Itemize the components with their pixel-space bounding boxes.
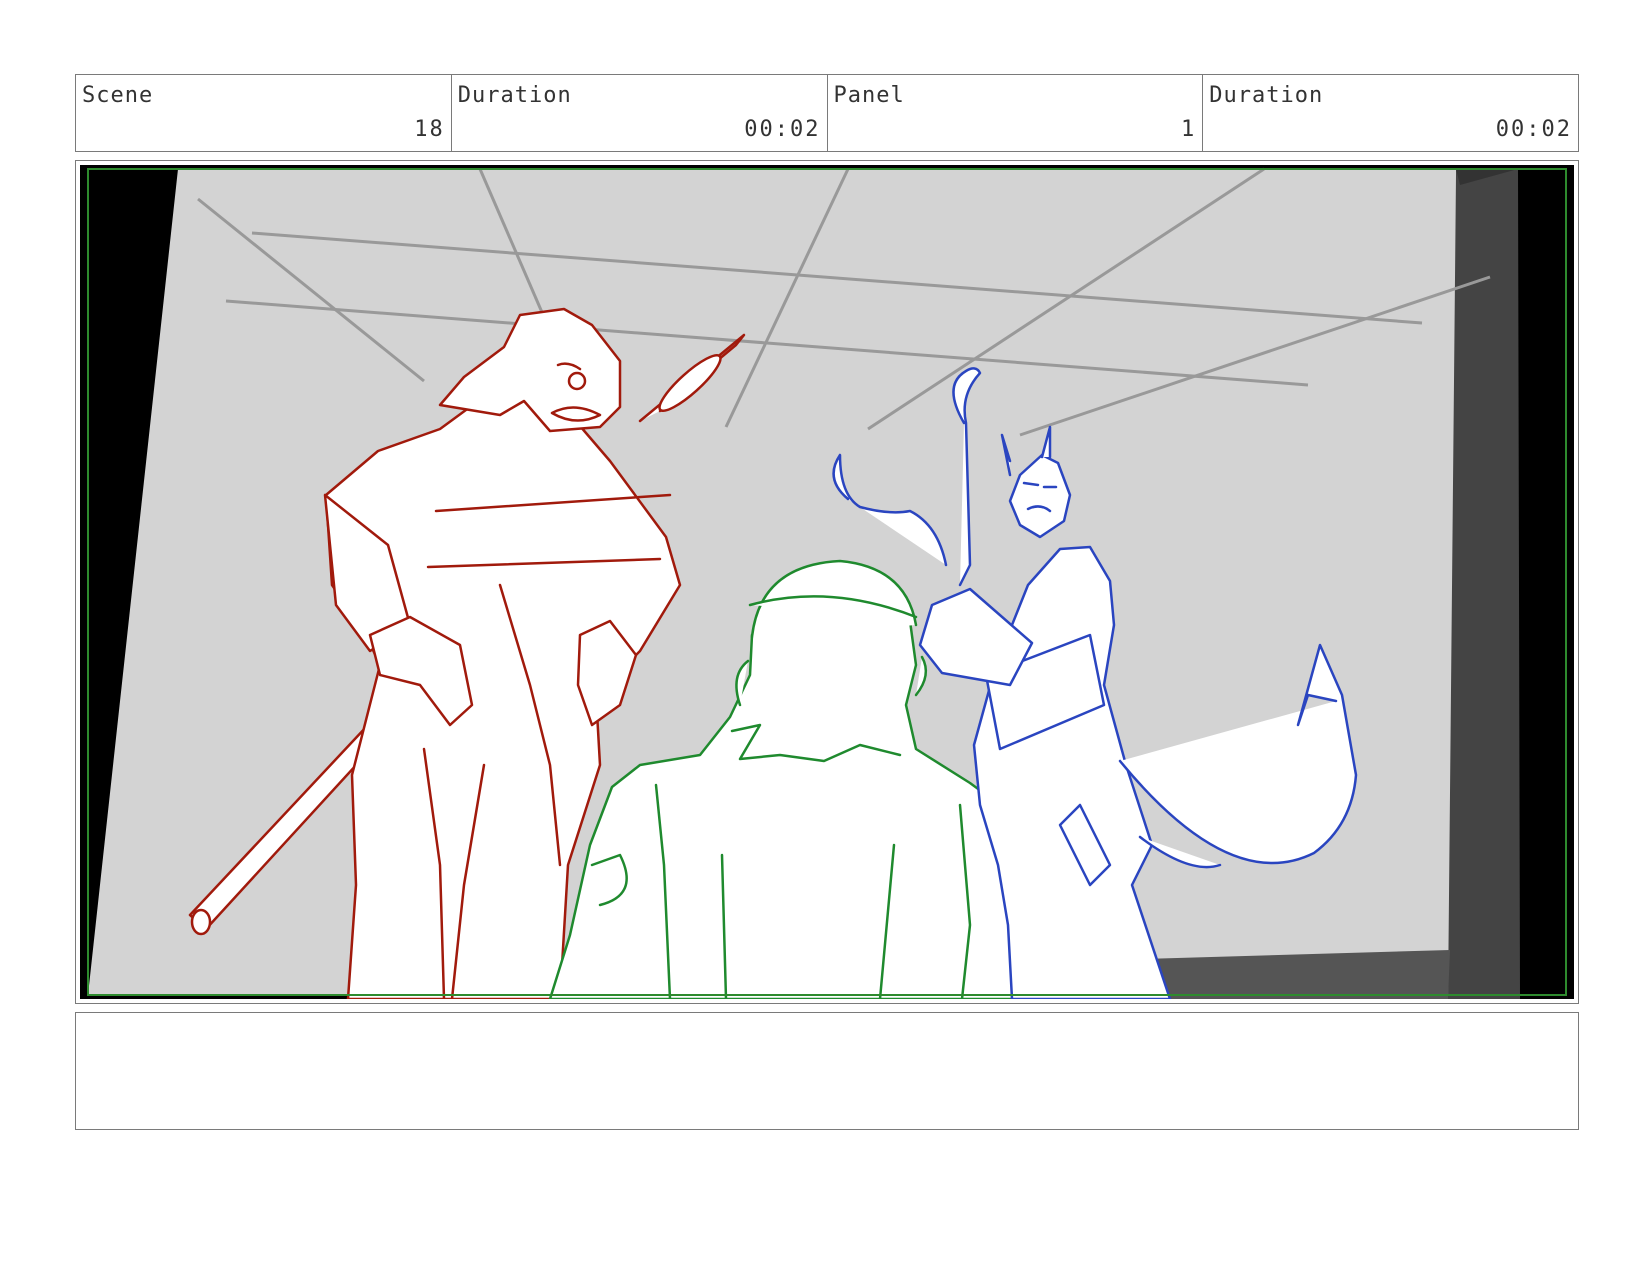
scene-duration-label: Duration [457,83,572,108]
panel-number[interactable]: 1 [1181,117,1196,142]
panel-cell: Panel 1 [828,75,1204,151]
panel-label: Panel [833,83,905,108]
scene-duration-value[interactable]: 00:02 [744,117,820,142]
panel-duration-cell: Duration 00:02 [1203,75,1578,151]
panel-duration-value[interactable]: 00:02 [1496,117,1572,142]
scene-number[interactable]: 18 [414,117,445,142]
scene-label: Scene [82,83,154,108]
scene-duration-cell: Duration 00:02 [452,75,828,151]
panel-notes-box[interactable] [75,1012,1579,1130]
storyboard-panel[interactable] [75,160,1579,1004]
panel-duration-label: Duration [1209,83,1324,108]
panel-sketch [80,165,1574,999]
panel-info-header: Scene 18 Duration 00:02 Panel 1 Duration… [75,74,1579,152]
scene-cell: Scene 18 [76,75,452,151]
room-side-wall [1448,169,1520,999]
